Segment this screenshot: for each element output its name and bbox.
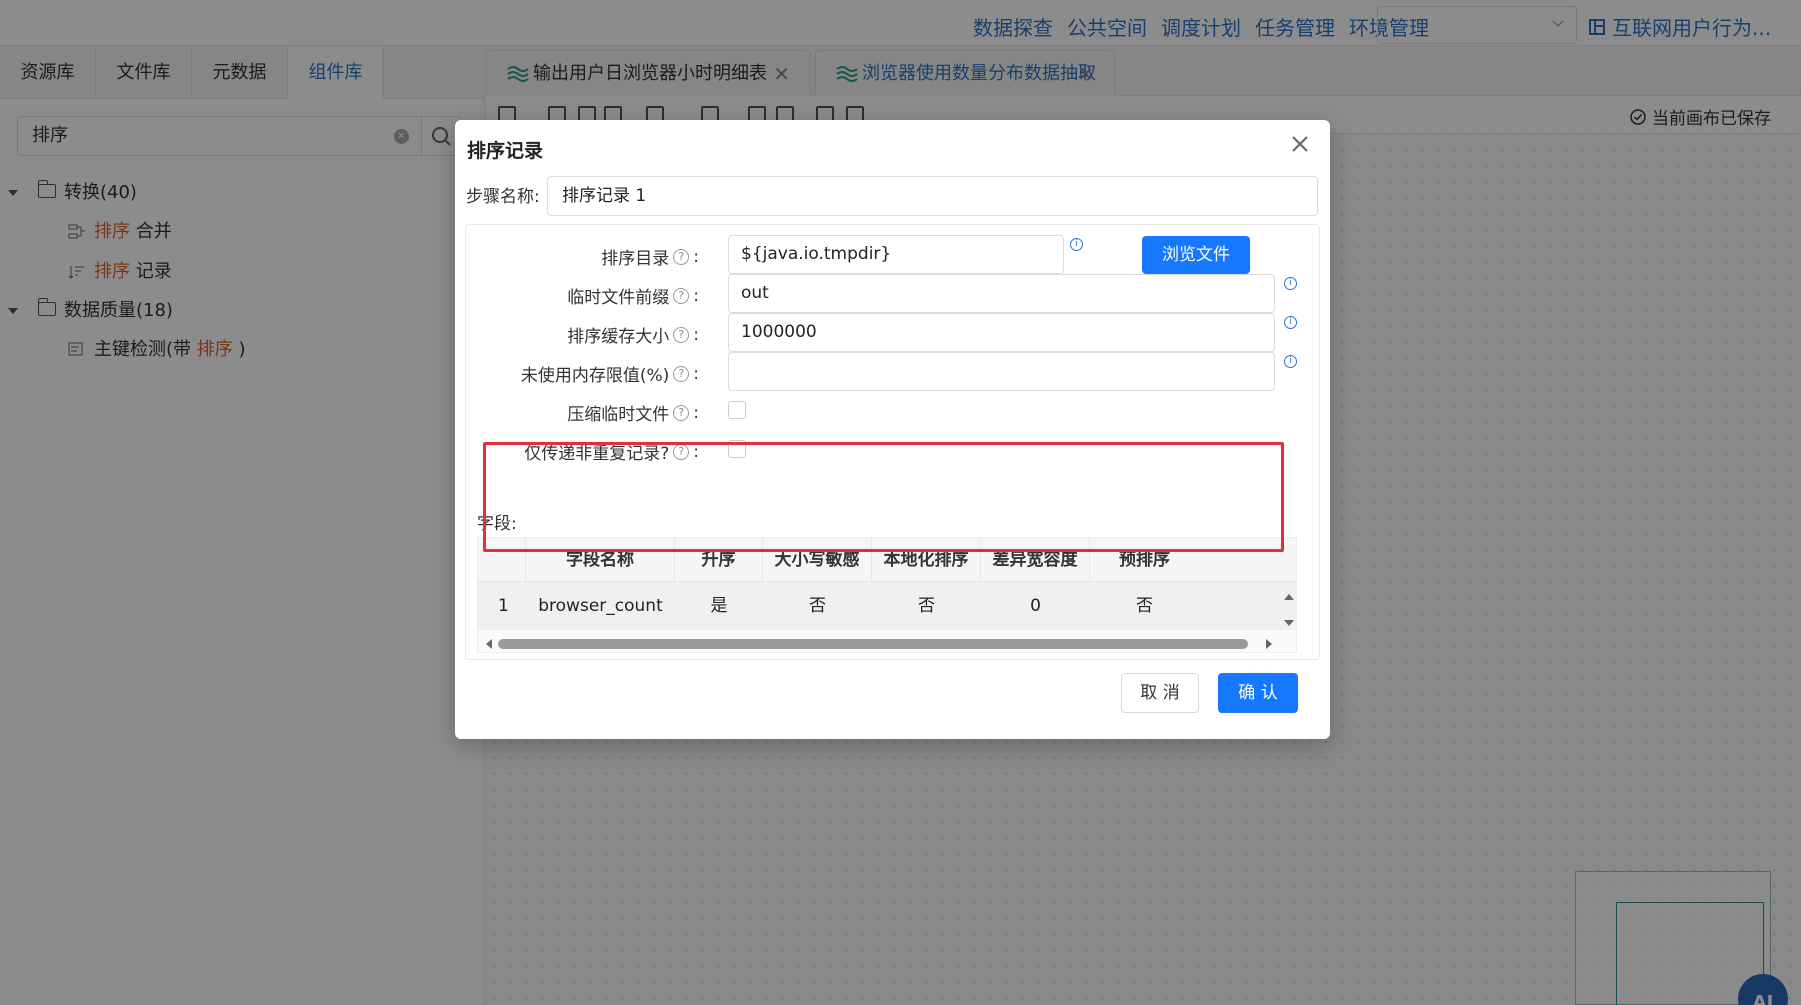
help-icon[interactable]: ?	[673, 365, 690, 382]
cell-field-name[interactable]: browser_count	[526, 582, 675, 630]
sort-rows-dialog: 排序记录 步骤名称: 排序记录 1 排序目录?: ${java.io.tmpdi…	[455, 120, 1330, 739]
confirm-button[interactable]: 确 认	[1218, 673, 1298, 713]
step-name-label: 步骤名称:	[466, 187, 540, 207]
help-icon[interactable]: ?	[673, 248, 690, 265]
annotation-highlight-box	[483, 442, 1284, 552]
tmp-prefix-input[interactable]: out	[728, 274, 1275, 313]
cell-case-sensitive[interactable]: 否	[763, 582, 872, 630]
info-icon[interactable]: i	[1070, 238, 1083, 251]
scroll-left-icon[interactable]	[486, 639, 492, 649]
field-sort-dir: 排序目录?: ${java.io.tmpdir} i 浏览文件	[466, 235, 1319, 275]
sort-dir-input[interactable]: ${java.io.tmpdir}	[728, 235, 1064, 274]
cell-locale-sort[interactable]: 否	[872, 582, 981, 630]
field-label: 未使用内存限值(%)	[520, 366, 670, 386]
help-icon[interactable]: ?	[673, 287, 690, 304]
field-label: 临时文件前缀	[567, 288, 670, 308]
scroll-down-icon[interactable]	[1284, 620, 1294, 626]
scroll-right-icon[interactable]	[1266, 639, 1272, 649]
cell-ascending[interactable]: 是	[675, 582, 763, 630]
field-label: 压缩临时文件	[567, 405, 670, 425]
help-icon[interactable]: ?	[673, 404, 690, 421]
field-colon: :	[693, 246, 699, 267]
cell-collator-strength[interactable]: 0	[981, 582, 1090, 630]
field-colon: :	[693, 363, 699, 384]
step-name-input[interactable]: 排序记录 1	[547, 176, 1318, 216]
field-cache-size: 排序缓存大小?: 1000000 i	[466, 313, 1319, 353]
cancel-button[interactable]: 取 消	[1121, 673, 1199, 713]
table-row[interactable]: 1 browser_count 是 否 否 0 否	[478, 582, 1296, 630]
field-colon: :	[693, 324, 699, 345]
field-colon: :	[693, 285, 699, 306]
cell-index: 1	[498, 596, 509, 616]
info-icon[interactable]: i	[1284, 277, 1297, 290]
cell-presorted[interactable]: 否	[1090, 582, 1199, 630]
field-tmp-prefix: 临时文件前缀?: out i	[466, 274, 1319, 314]
scroll-up-icon[interactable]	[1284, 594, 1294, 600]
field-label: 排序缓存大小	[567, 327, 670, 347]
info-icon[interactable]: i	[1284, 316, 1297, 329]
fields-table: 字段名称 升序 大小写敏感 本地化排序 差异宽容度 预排序 1 browser_…	[477, 537, 1297, 653]
info-icon[interactable]: i	[1284, 355, 1297, 368]
field-compress-tmp: 压缩临时文件?:	[466, 391, 1319, 431]
dialog-title: 排序记录	[467, 140, 544, 162]
free-memory-input[interactable]	[728, 352, 1275, 391]
help-icon[interactable]: ?	[673, 326, 690, 343]
field-colon: :	[693, 402, 699, 423]
cache-size-input[interactable]: 1000000	[728, 313, 1275, 352]
browse-file-button[interactable]: 浏览文件	[1142, 236, 1250, 274]
compress-checkbox[interactable]	[728, 401, 746, 419]
horizontal-scrollbar[interactable]	[498, 639, 1248, 649]
close-icon[interactable]	[1288, 132, 1312, 156]
field-free-memory: 未使用内存限值(%)?: i	[466, 352, 1319, 392]
field-label: 排序目录	[601, 249, 670, 269]
